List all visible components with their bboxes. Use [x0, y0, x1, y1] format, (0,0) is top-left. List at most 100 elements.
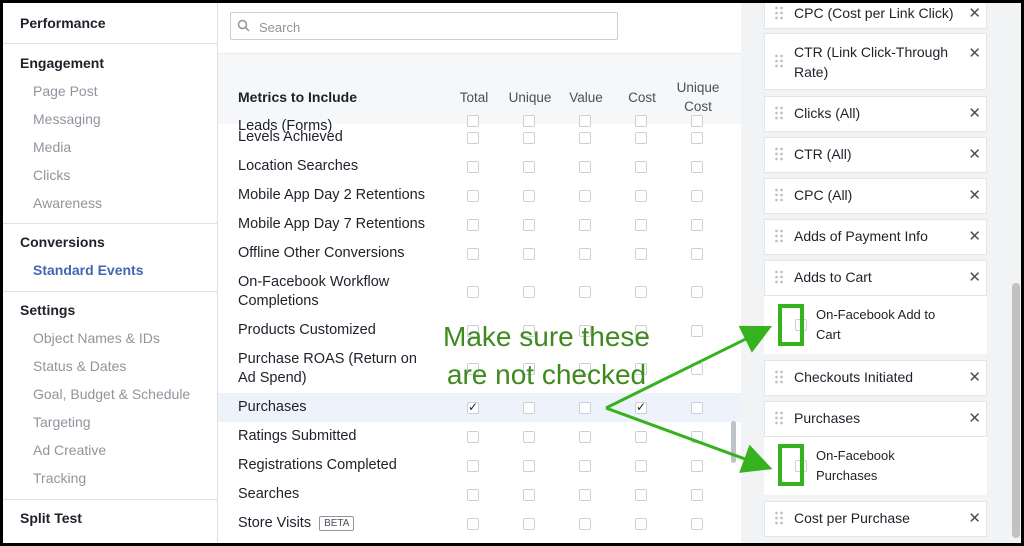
metric-checkbox[interactable]: [467, 286, 479, 298]
metric-checkbox[interactable]: [579, 190, 591, 202]
metric-checkbox[interactable]: [467, 132, 479, 144]
metric-checkbox[interactable]: [691, 161, 703, 173]
nav-section-settings[interactable]: Settings: [20, 302, 75, 318]
metric-checkbox[interactable]: [467, 518, 479, 530]
nav-item-ad-creative[interactable]: Ad Creative: [33, 442, 106, 458]
drag-handle-icon[interactable]: [775, 370, 783, 384]
selected-column-clicks-all[interactable]: Clicks (All) ✕: [764, 96, 987, 132]
metric-checkbox[interactable]: [691, 132, 703, 144]
drag-handle-icon[interactable]: [775, 147, 783, 161]
metric-checkbox[interactable]: [579, 518, 591, 530]
remove-icon[interactable]: ✕: [968, 145, 981, 163]
selected-column-adds-of-payment-info[interactable]: Adds of Payment Info ✕: [764, 219, 987, 255]
drag-handle-icon[interactable]: [775, 54, 783, 68]
metric-checkbox[interactable]: [579, 286, 591, 298]
metric-checkbox[interactable]: [579, 460, 591, 472]
metric-checkbox[interactable]: [635, 132, 647, 144]
selected-column-cpc-cost-per-link-click[interactable]: CPC (Cost per Link Click) ✕: [764, 3, 987, 29]
drag-handle-icon[interactable]: [775, 270, 783, 284]
metric-checkbox[interactable]: [635, 400, 647, 414]
drag-handle-icon[interactable]: [775, 511, 783, 525]
metric-checkbox[interactable]: [579, 402, 591, 414]
nav-item-goal-budget[interactable]: Goal, Budget & Schedule: [33, 386, 190, 402]
metric-checkbox[interactable]: [691, 248, 703, 260]
metric-checkbox[interactable]: [579, 219, 591, 231]
selected-column-cpc-all[interactable]: CPC (All) ✕: [764, 178, 987, 214]
drag-handle-icon[interactable]: [775, 106, 783, 120]
metric-checkbox[interactable]: [635, 489, 647, 501]
metric-checkbox[interactable]: [691, 460, 703, 472]
metric-checkbox[interactable]: [467, 161, 479, 173]
metric-checkbox[interactable]: [579, 132, 591, 144]
nav-item-media[interactable]: Media: [33, 139, 71, 155]
metric-checkbox[interactable]: [523, 161, 535, 173]
metric-checkbox[interactable]: [579, 431, 591, 443]
metric-checkbox[interactable]: [691, 518, 703, 530]
metric-checkbox[interactable]: [691, 489, 703, 501]
metric-checkbox[interactable]: [467, 190, 479, 202]
metric-checkbox[interactable]: [523, 431, 535, 443]
metric-checkbox[interactable]: [579, 248, 591, 260]
metric-checkbox[interactable]: [467, 489, 479, 501]
remove-icon[interactable]: ✕: [968, 268, 981, 286]
metric-checkbox[interactable]: [467, 460, 479, 472]
metric-checkbox[interactable]: [691, 402, 703, 414]
metric-checkbox[interactable]: [523, 132, 535, 144]
nav-item-tracking[interactable]: Tracking: [33, 470, 86, 486]
metric-checkbox[interactable]: [635, 431, 647, 443]
metric-checkbox[interactable]: [467, 400, 479, 414]
remove-icon[interactable]: ✕: [968, 186, 981, 204]
remove-icon[interactable]: ✕: [968, 409, 981, 427]
nav-item-awareness[interactable]: Awareness: [33, 195, 102, 211]
nav-item-object-names[interactable]: Object Names & IDs: [33, 330, 160, 346]
metric-checkbox[interactable]: [691, 363, 703, 375]
nav-section-engagement[interactable]: Engagement: [20, 55, 104, 71]
metric-checkbox[interactable]: [635, 161, 647, 173]
metric-checkbox[interactable]: [635, 219, 647, 231]
metric-checkbox[interactable]: [691, 286, 703, 298]
metric-checkbox[interactable]: [467, 219, 479, 231]
search-box[interactable]: [230, 12, 618, 40]
metric-checkbox[interactable]: [523, 460, 535, 472]
nav-section-split-test[interactable]: Split Test: [20, 510, 82, 526]
selected-column-ctr-link-click-through-rate[interactable]: CTR (Link Click-Through Rate) ✕: [764, 33, 987, 90]
nav-item-standard-events[interactable]: Standard Events: [33, 262, 143, 278]
metric-checkbox[interactable]: [635, 518, 647, 530]
drag-handle-icon[interactable]: [775, 6, 783, 20]
remove-icon[interactable]: ✕: [968, 4, 981, 22]
metric-checkbox[interactable]: [523, 190, 535, 202]
metric-checkbox[interactable]: [579, 161, 591, 173]
search-input[interactable]: [257, 16, 611, 38]
remove-icon[interactable]: ✕: [968, 44, 981, 62]
remove-icon[interactable]: ✕: [968, 227, 981, 245]
metric-checkbox[interactable]: [635, 460, 647, 472]
selected-column-purchases[interactable]: Purchases ✕: [764, 401, 987, 437]
metric-checkbox[interactable]: [691, 219, 703, 231]
metric-checkbox[interactable]: [523, 489, 535, 501]
scrollbar[interactable]: [1012, 283, 1020, 538]
metric-checkbox[interactable]: [691, 431, 703, 443]
selected-column-adds-to-cart[interactable]: Adds to Cart ✕: [764, 260, 987, 296]
metric-checkbox[interactable]: [523, 219, 535, 231]
selected-column-ctr-all[interactable]: CTR (All) ✕: [764, 137, 987, 173]
remove-icon[interactable]: ✕: [968, 368, 981, 386]
selected-column-checkouts-initiated[interactable]: Checkouts Initiated ✕: [764, 360, 987, 396]
nav-item-clicks[interactable]: Clicks: [33, 167, 70, 183]
nav-item-page-post[interactable]: Page Post: [33, 83, 98, 99]
metric-checkbox[interactable]: [635, 190, 647, 202]
remove-icon[interactable]: ✕: [968, 104, 981, 122]
nav-item-status-dates[interactable]: Status & Dates: [33, 358, 126, 374]
metric-checkbox[interactable]: [579, 489, 591, 501]
drag-handle-icon[interactable]: [775, 411, 783, 425]
nav-item-messaging[interactable]: Messaging: [33, 111, 101, 127]
metric-checkbox[interactable]: [467, 248, 479, 260]
metric-checkbox[interactable]: [635, 286, 647, 298]
metric-checkbox[interactable]: [523, 248, 535, 260]
nav-section-conversions[interactable]: Conversions: [20, 234, 105, 250]
remove-icon[interactable]: ✕: [968, 509, 981, 527]
selected-column-cost-per-purchase[interactable]: Cost per Purchase ✕: [764, 501, 987, 537]
scrollbar[interactable]: [731, 421, 736, 463]
metric-checkbox[interactable]: [523, 518, 535, 530]
metric-checkbox[interactable]: [635, 248, 647, 260]
metric-checkbox[interactable]: [523, 402, 535, 414]
